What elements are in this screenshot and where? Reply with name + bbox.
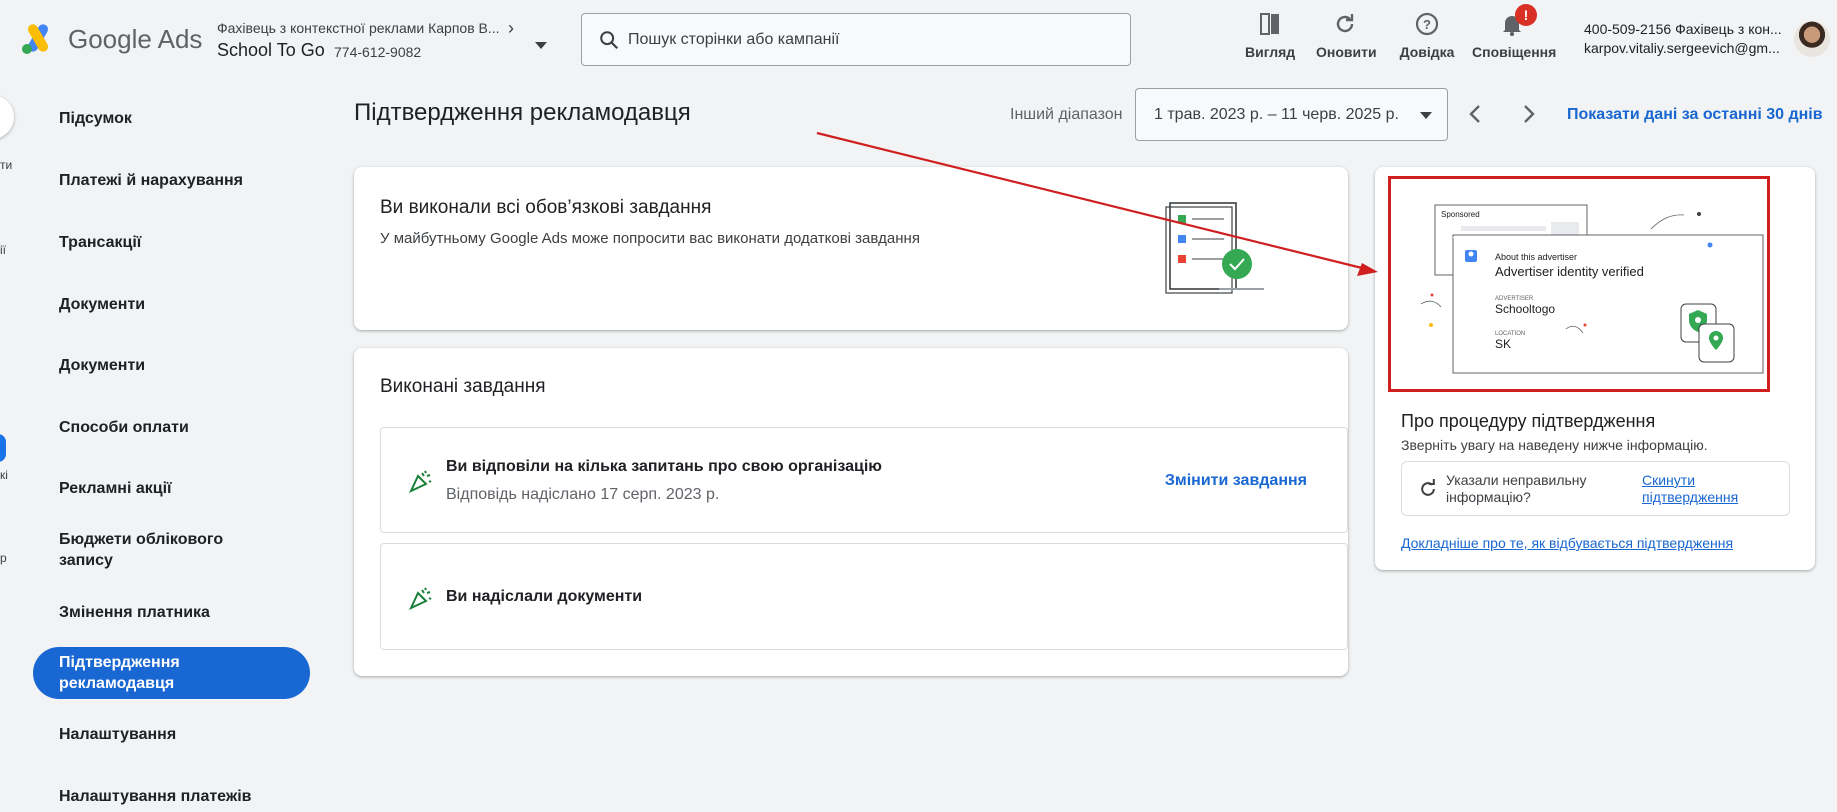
notification-badge: ! [1515, 4, 1537, 26]
user-account-line: 400-509-2156 Фахівець з кон... [1584, 21, 1782, 37]
top-bar: Google Ads Фахівець з контекстної реклам… [0, 0, 1837, 82]
checklist-illustration-icon [1165, 202, 1264, 294]
account-breadcrumb[interactable]: Фахівець з контекстної реклами Карпов В.… [217, 20, 500, 36]
user-email: karpov.vitaliy.sergeevich@gm... [1584, 40, 1780, 56]
illus-location-value: SK [1495, 337, 1511, 351]
range-label: Інший діапазон [1010, 106, 1123, 123]
chevron-left-icon[interactable] [1464, 102, 1488, 126]
task-item: Ви надіслали документи [380, 543, 1348, 650]
verification-subheading: Зверніть увагу на наведену нижче інформа… [1401, 437, 1708, 453]
strip-label: р [0, 551, 7, 565]
search-input[interactable] [628, 28, 1108, 52]
refresh-button[interactable]: Оновити [1316, 10, 1377, 60]
page-title: Підтвердження рекламодавця [354, 99, 691, 126]
completed-tasks-card: Виконані завдання Ви відповіли на кілька… [354, 348, 1348, 676]
view-button[interactable]: Вигляд [1245, 10, 1295, 60]
reset-verification-link[interactable]: Скинути підтвердження [1642, 472, 1782, 506]
task-item: Ви відповіли на кілька запитань про свою… [380, 427, 1348, 533]
last-30-days-link[interactable]: Показати дані за останні 30 днів [1567, 106, 1823, 124]
sidebar-item-advertiser-verification[interactable]: Підтвердження рекламодавця [33, 647, 310, 699]
date-range-picker[interactable]: 1 трав. 2023 р. – 11 черв. 2025 р. [1135, 88, 1448, 141]
wrong-info-text: Указали неправильну інформацію? [1446, 472, 1587, 505]
user-info[interactable]: 400-509-2156 Фахівець з кон... karpov.vi… [1584, 20, 1782, 58]
sidebar-item-payments[interactable]: Платежі й нарахування [59, 170, 269, 191]
sidebar-item-summary[interactable]: Підсумок [59, 108, 269, 129]
sidebar-item-transactions[interactable]: Трансакції [59, 232, 269, 253]
verification-illustration: Sponsored About this advertiser Advertis… [1388, 176, 1770, 392]
edit-task-link[interactable]: Змінити завдання [1165, 472, 1307, 490]
summary-card: Ви виконали всі обов’язкові завдання У м… [354, 167, 1348, 330]
avatar[interactable] [1794, 21, 1830, 57]
chevron-right-icon[interactable] [1516, 102, 1540, 126]
help-button[interactable]: ? Довідка [1398, 10, 1456, 60]
sidebar-item-change-payer[interactable]: Змінення платника [59, 602, 269, 623]
product-name[interactable]: Google Ads [68, 24, 202, 55]
date-range-value: 1 трав. 2023 р. – 11 черв. 2025 р. [1154, 106, 1399, 123]
chevron-right-icon[interactable]: › [508, 18, 514, 39]
reset-verification-box: Указали неправильну інформацію? Скинути … [1401, 461, 1790, 516]
illus-advertiser-value: Schooltogo [1495, 302, 1555, 316]
svg-text:?: ? [1423, 17, 1431, 32]
notifications-button[interactable]: Сповіщення [1472, 10, 1556, 60]
celebration-icon [409, 587, 432, 610]
account-id: 774-612-9082 [334, 44, 422, 60]
sidebar-item-documents[interactable]: Документи [59, 294, 269, 315]
account-name[interactable]: School To Go [217, 40, 325, 61]
strip-label: ії [0, 243, 6, 257]
view-icon [1260, 13, 1279, 35]
search-icon [600, 31, 619, 50]
task-title: Ви надіслали документи [446, 588, 643, 605]
completed-tasks-title: Виконані завдання [380, 376, 546, 397]
strip-label: ти [0, 158, 13, 172]
notifications-label: Сповіщення [1472, 44, 1557, 60]
verification-heading: Про процедуру підтвердження [1401, 411, 1656, 431]
dropdown-arrow-icon [1420, 112, 1432, 119]
task-subtitle: Відповідь надіслано 17 серп. 2023 р. [446, 486, 720, 503]
sidebar-item-payment-methods[interactable]: Способи оплати [59, 417, 269, 438]
celebration-icon [409, 470, 432, 493]
illus-about: About this advertiser [1495, 252, 1577, 262]
view-label: Вигляд [1245, 44, 1296, 60]
help-label: Довідка [1399, 44, 1455, 60]
sidebar-item-payment-settings[interactable]: Налаштування платежів [59, 786, 269, 807]
sidebar-item-account-budgets[interactable]: Бюджети облікового запису [59, 529, 269, 571]
search-box[interactable] [581, 13, 1131, 66]
illus-verified: Advertiser identity verified [1495, 264, 1644, 279]
sidebar-item-settings[interactable]: Налаштування [59, 724, 269, 745]
sidebar-item-documents-2[interactable]: Документи [59, 355, 269, 376]
illus-sponsored: Sponsored [1441, 210, 1480, 219]
help-icon: ? [1415, 12, 1439, 36]
task-title: Ви відповіли на кілька запитань про свою… [446, 458, 882, 475]
refresh-icon [1421, 479, 1435, 496]
verification-info-card: Sponsored About this advertiser Advertis… [1375, 167, 1815, 570]
strip-label: кі [0, 468, 8, 482]
account-dropdown-icon[interactable] [535, 42, 547, 49]
advertiser-verified-illustration-icon: Sponsored About this advertiser Advertis… [1420, 204, 1764, 374]
google-ads-logo-icon[interactable] [20, 22, 56, 56]
sidebar-item-promotions[interactable]: Рекламні акції [59, 478, 269, 499]
strip-active-indicator [0, 434, 6, 462]
refresh-label: Оновити [1316, 44, 1377, 60]
refresh-icon [1336, 14, 1354, 33]
summary-subtitle: У майбутньому Google Ads може попросити … [380, 230, 920, 247]
learn-more-link[interactable]: Докладніше про те, як відбувається підтв… [1401, 535, 1733, 551]
summary-title: Ви виконали всі обов’язкові завдання [380, 197, 712, 218]
create-button[interactable] [0, 95, 14, 139]
